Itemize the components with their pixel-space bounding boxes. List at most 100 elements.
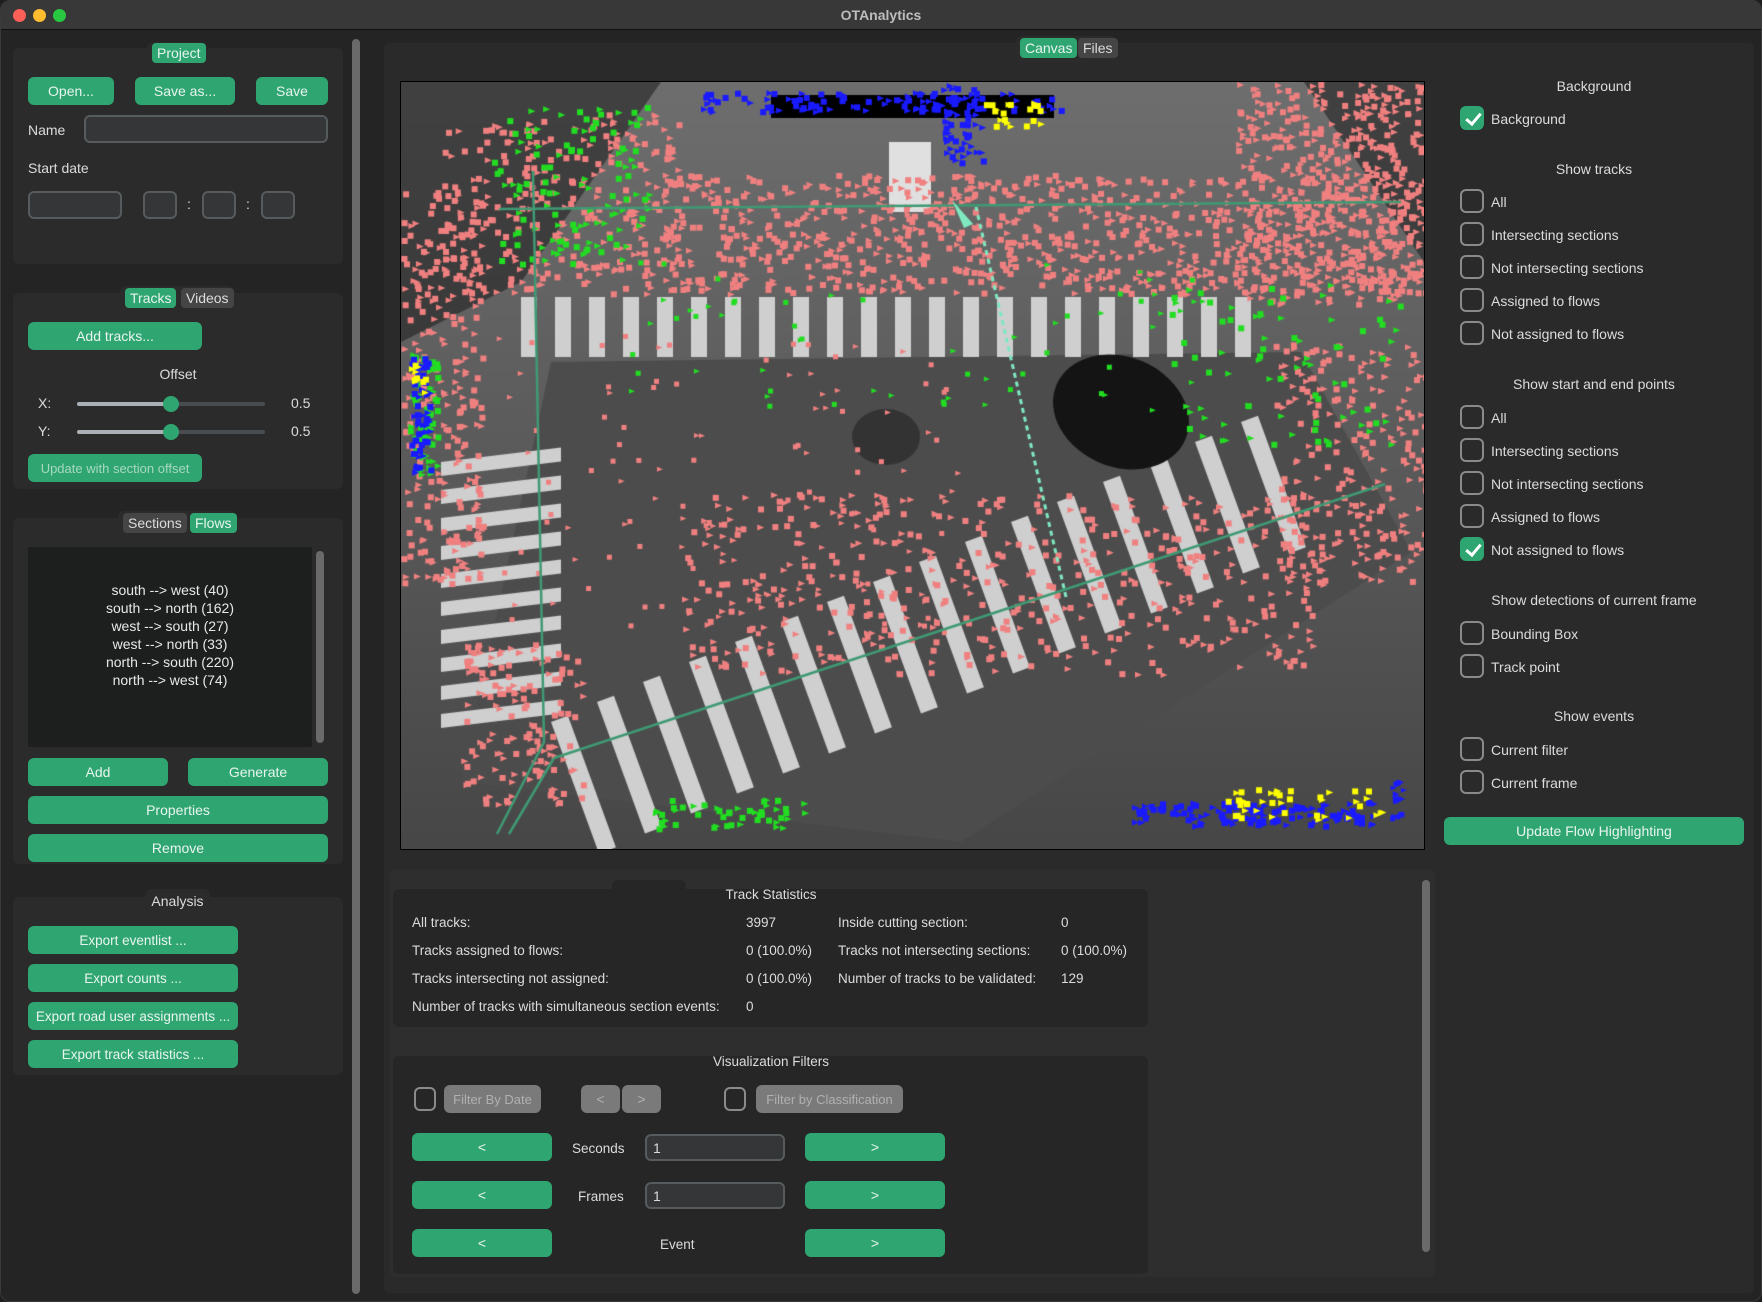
maximize-window-button[interactable] xyxy=(53,9,66,22)
save-button[interactable]: Save xyxy=(256,77,328,105)
project-name-input[interactable] xyxy=(84,115,328,143)
tab-canvas[interactable]: Canvas xyxy=(1020,38,1078,58)
close-window-button[interactable] xyxy=(13,9,26,22)
flow-list-item[interactable]: west --> south (27) xyxy=(28,617,312,635)
flow-list-item[interactable]: south --> west (40) xyxy=(28,581,312,599)
flows-list-scrollbar[interactable] xyxy=(316,551,324,743)
start-end-checkbox[interactable] xyxy=(1460,471,1484,495)
add-flow-button[interactable]: Add xyxy=(28,758,168,786)
minimize-window-button[interactable] xyxy=(33,9,46,22)
tab-flows[interactable]: Flows xyxy=(190,513,237,533)
generate-flows-button[interactable]: Generate xyxy=(188,758,328,786)
offset-x-slider[interactable] xyxy=(77,396,265,412)
start-end-checkbox-label: Intersecting sections xyxy=(1491,443,1619,459)
detections-header: Show detections of current frame xyxy=(1491,592,1697,608)
update-section-offset-button[interactable]: Update with section offset xyxy=(28,454,202,482)
detections-checkbox[interactable] xyxy=(1460,621,1484,645)
title-bar: OTAnalytics xyxy=(1,1,1761,30)
track-canvas-drawing[interactable] xyxy=(401,82,1424,849)
seconds-prev-button[interactable]: < xyxy=(412,1133,552,1161)
track-statistics-title: Track Statistics xyxy=(725,887,817,902)
bottom-scrollbar[interactable] xyxy=(1422,880,1430,1252)
offset-y-value: 0.5 xyxy=(291,423,311,439)
tab-project[interactable]: Project xyxy=(152,43,206,63)
offset-y-fill xyxy=(77,430,171,434)
remove-flow-button[interactable]: Remove xyxy=(28,834,328,862)
date-prev-button[interactable]: < xyxy=(581,1085,620,1113)
offset-y-handle[interactable] xyxy=(163,424,179,440)
export-eventlist-button[interactable]: Export eventlist ... xyxy=(28,926,238,954)
seconds-input[interactable]: 1 xyxy=(645,1134,785,1161)
show-tracks-checkbox[interactable] xyxy=(1460,255,1484,279)
stat-value: 0 (100.0%) xyxy=(746,971,813,986)
start-end-checkbox-label: Not assigned to flows xyxy=(1491,542,1625,558)
background-checkbox-label: Background xyxy=(1491,111,1566,127)
start-end-checkbox[interactable] xyxy=(1460,537,1484,561)
track-canvas[interactable] xyxy=(400,81,1425,850)
stat-label: All tracks: xyxy=(412,915,471,930)
stat-value: 0 xyxy=(746,999,754,1014)
export-road-user-assignments-button[interactable]: Export road user assignments ... xyxy=(28,1002,238,1030)
stat-value: 0 (100.0%) xyxy=(1061,943,1128,958)
detections-checkbox-label: Track point xyxy=(1491,659,1560,675)
start-date-label: Start date xyxy=(28,160,89,176)
flow-list-item[interactable]: north --> south (220) xyxy=(28,653,312,671)
show-tracks-checkbox[interactable] xyxy=(1460,222,1484,246)
sidebar-scrollbar[interactable] xyxy=(352,39,360,1294)
seconds-next-button[interactable]: > xyxy=(805,1133,945,1161)
tab-videos[interactable]: Videos xyxy=(181,288,234,308)
frames-input[interactable]: 1 xyxy=(645,1182,785,1209)
update-flow-highlighting-button[interactable]: Update Flow Highlighting xyxy=(1444,817,1744,845)
add-tracks-button[interactable]: Add tracks... xyxy=(28,322,202,350)
flows-list[interactable]: south --> west (40) south --> north (162… xyxy=(28,547,312,747)
start-second-input[interactable] xyxy=(261,191,295,219)
filter-by-classification-checkbox[interactable] xyxy=(724,1087,746,1111)
filter-by-date-button[interactable]: Filter By Date xyxy=(444,1085,541,1113)
flow-list-item[interactable]: west --> north (33) xyxy=(28,635,312,653)
start-date-input[interactable] xyxy=(28,191,122,219)
events-header: Show events xyxy=(1553,708,1635,724)
start-hour-input[interactable] xyxy=(143,191,177,219)
flow-list-item[interactable]: south --> north (162) xyxy=(28,599,312,617)
frames-prev-button[interactable]: < xyxy=(412,1181,552,1209)
time-separator: : xyxy=(187,196,191,212)
offset-x-value: 0.5 xyxy=(291,395,311,411)
offset-y-slider[interactable] xyxy=(77,424,265,440)
tab-tracks[interactable]: Tracks xyxy=(125,288,177,308)
start-minute-input[interactable] xyxy=(202,191,236,219)
start-end-checkbox[interactable] xyxy=(1460,504,1484,528)
start-end-checkbox[interactable] xyxy=(1460,405,1484,429)
frames-next-button[interactable]: > xyxy=(805,1181,945,1209)
start-end-checkbox[interactable] xyxy=(1460,438,1484,462)
event-prev-button[interactable]: < xyxy=(412,1229,552,1257)
stat-value: 129 xyxy=(1061,971,1084,986)
filter-by-date-checkbox[interactable] xyxy=(414,1087,436,1111)
stat-value: 3997 xyxy=(746,915,777,930)
flow-list-item[interactable]: north --> west (74) xyxy=(28,671,312,689)
stat-value: 0 (100.0%) xyxy=(746,943,813,958)
show-tracks-checkbox[interactable] xyxy=(1460,321,1484,345)
stat-value: 0 xyxy=(1061,915,1069,930)
tab-files[interactable]: Files xyxy=(1078,38,1118,58)
tab-sections[interactable]: Sections xyxy=(123,513,187,533)
events-checkbox[interactable] xyxy=(1460,737,1484,761)
filter-by-classification-button[interactable]: Filter by Classification xyxy=(756,1085,903,1113)
start-end-checkbox-label: Not intersecting sections xyxy=(1491,476,1644,492)
show-tracks-checkbox[interactable] xyxy=(1460,189,1484,213)
event-next-button[interactable]: > xyxy=(805,1229,945,1257)
open-button[interactable]: Open... xyxy=(28,77,114,105)
offset-x-label: X: xyxy=(38,395,52,411)
background-checkbox[interactable] xyxy=(1460,106,1484,130)
events-checkbox[interactable] xyxy=(1460,770,1484,794)
export-track-statistics-button[interactable]: Export track statistics ... xyxy=(28,1040,238,1068)
show-tracks-header: Show tracks xyxy=(1555,161,1633,177)
save-as-button[interactable]: Save as... xyxy=(135,77,235,105)
show-tracks-checkbox-label: Assigned to flows xyxy=(1491,293,1600,309)
offset-x-handle[interactable] xyxy=(163,396,179,412)
date-next-button[interactable]: > xyxy=(622,1085,661,1113)
show-tracks-checkbox[interactable] xyxy=(1460,288,1484,312)
name-label: Name xyxy=(28,122,66,138)
detections-checkbox[interactable] xyxy=(1460,654,1484,678)
flow-properties-button[interactable]: Properties xyxy=(28,796,328,824)
export-counts-button[interactable]: Export counts ... xyxy=(28,964,238,992)
